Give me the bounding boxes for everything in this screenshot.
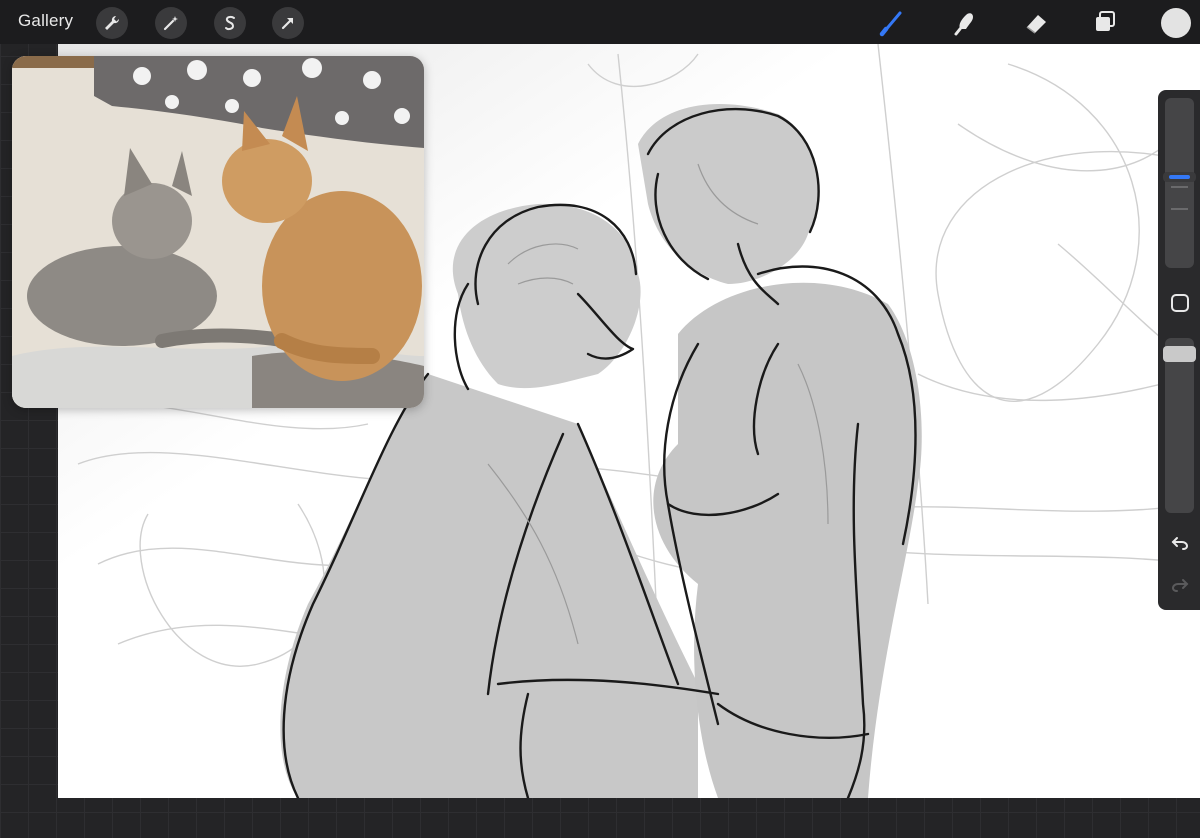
brush-size-thumb[interactable]	[1163, 172, 1196, 182]
adjustments-magic-wand-icon[interactable]	[155, 7, 187, 39]
modify-square-icon[interactable]	[1165, 288, 1194, 317]
smudge-icon[interactable]	[949, 6, 981, 38]
transform-arrow-icon[interactable]	[272, 7, 304, 39]
redo-icon[interactable]	[1165, 570, 1194, 599]
gallery-button[interactable]: Gallery	[18, 11, 73, 31]
reference-image-window[interactable]	[12, 56, 424, 408]
brush-icon[interactable]	[877, 6, 909, 38]
reference-photo	[12, 56, 424, 408]
actions-wrench-icon[interactable]	[96, 7, 128, 39]
opacity-slider[interactable]	[1163, 338, 1196, 513]
layers-icon[interactable]	[1089, 6, 1121, 38]
opacity-thumb[interactable]	[1163, 346, 1196, 362]
brush-size-slider[interactable]	[1163, 98, 1196, 268]
top-toolbar: Gallery	[0, 0, 1200, 44]
selection-s-icon[interactable]	[214, 7, 246, 39]
side-toolbar	[1158, 90, 1200, 610]
undo-icon[interactable]	[1165, 528, 1194, 557]
eraser-icon[interactable]	[1020, 6, 1052, 38]
color-picker-swatch[interactable]	[1161, 8, 1191, 38]
